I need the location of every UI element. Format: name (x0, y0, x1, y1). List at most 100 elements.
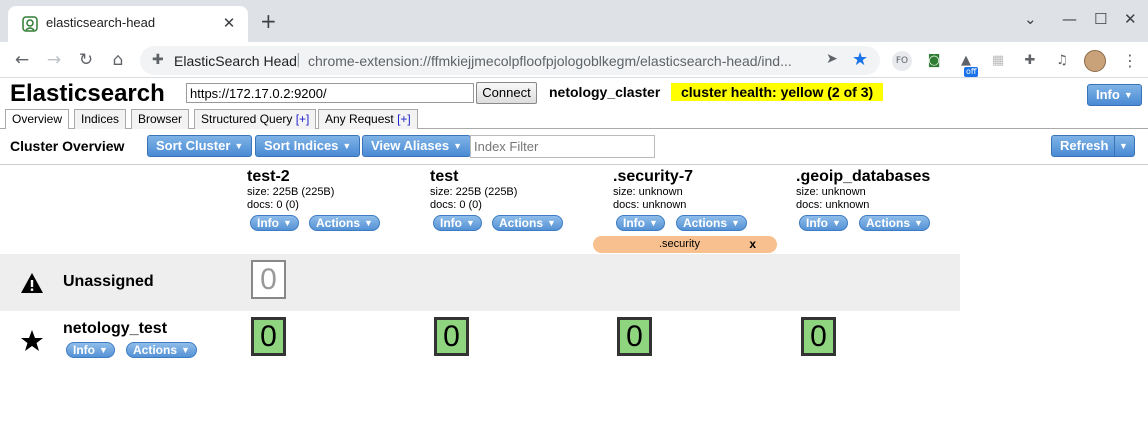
refresh-label: Refresh (1060, 138, 1109, 153)
send-page-icon[interactable]: ➤ (826, 51, 838, 67)
warning-icon (21, 273, 43, 293)
window-close-icon[interactable]: ✕ (1124, 10, 1137, 28)
home-icon[interactable]: ⌂ (107, 49, 129, 71)
extensions-puzzle-icon[interactable]: ✚ (1020, 51, 1040, 71)
alias-badge[interactable]: .security x (593, 236, 777, 253)
tab-structured-query[interactable]: Structured Query [+] (194, 109, 317, 129)
site-label: ElasticSearch Head (174, 53, 297, 69)
unassigned-label: Unassigned (63, 273, 154, 290)
index-actions-label: Actions (683, 216, 728, 230)
index-docs: docs: 0 (0) (430, 199, 482, 211)
brand-title: Elasticsearch (10, 80, 165, 107)
index-size: size: 225B (225B) (247, 186, 335, 198)
puzzle-extension-icon: ✚ (152, 52, 164, 68)
browser-tab-bar: elasticsearch-head ✕ + ⌄ — ☐ ✕ (0, 0, 1148, 42)
index-size: size: unknown (796, 186, 866, 198)
tab-overview[interactable]: Overview (5, 109, 70, 130)
caret-down-icon: ▼ (283, 218, 292, 228)
omnibox-separator: | (296, 52, 301, 68)
node-actions-button[interactable]: Actions ▼ (126, 342, 197, 358)
index-actions-button[interactable]: Actions ▼ (859, 215, 930, 231)
refresh-button[interactable]: Refresh (1051, 135, 1118, 157)
browser-menu-icon[interactable]: ⋮ (1120, 51, 1140, 71)
tab-any-request[interactable]: Any Request [+] (318, 109, 418, 129)
view-aliases-button[interactable]: View Aliases ▼ (362, 135, 471, 157)
new-tab-icon[interactable]: + (260, 11, 277, 31)
sort-indices-button[interactable]: Sort Indices ▼ (255, 135, 361, 157)
index-name: .security-7 (613, 168, 694, 185)
back-arrow-icon[interactable]: ← (11, 49, 33, 71)
caret-down-icon: ▼ (1123, 90, 1133, 100)
tab-indices[interactable]: Indices (74, 109, 127, 129)
caret-down-icon: ▼ (99, 345, 108, 355)
reload-icon[interactable]: ↻ (75, 49, 97, 71)
shard-test[interactable]: 0 (434, 317, 469, 356)
browser-tab[interactable]: elasticsearch-head ✕ (8, 6, 248, 42)
index-info-button[interactable]: Info ▼ (799, 215, 848, 231)
index-actions-button[interactable]: Actions ▼ (492, 215, 563, 231)
caret-down-icon: ▼ (547, 218, 556, 228)
caret-down-icon: ▼ (181, 345, 190, 355)
elasticsearch-head-extension-icon[interactable]: ◙ (924, 51, 944, 71)
tab-search-chevron-icon[interactable]: ⌄ (1024, 10, 1037, 28)
index-filter-input[interactable] (470, 135, 655, 158)
maximize-icon[interactable]: ☐ (1094, 10, 1107, 28)
index-info-label: Info (806, 216, 828, 230)
index-actions-label: Actions (499, 216, 544, 230)
remove-alias-icon[interactable]: x (749, 236, 756, 253)
tab-overview-label: Overview (12, 112, 63, 126)
tab-structured-query-label: Structured Query (201, 112, 293, 126)
caret-down-icon: ▼ (234, 141, 244, 151)
caret-down-icon: ▼ (731, 218, 740, 228)
index-name: test (430, 168, 459, 185)
index-info-button[interactable]: Info ▼ (433, 215, 482, 231)
elasticsearch-head-favicon-icon (22, 16, 38, 32)
shard-geoip-databases[interactable]: 0 (801, 317, 836, 356)
index-name: .geoip_databases (796, 168, 931, 185)
fo-extension-icon[interactable]: FO (892, 51, 912, 71)
unassigned-row: Unassigned 0 (0, 254, 960, 311)
address-bar[interactable]: ✚ ElasticSearch Head | chrome-extension:… (140, 46, 880, 75)
caret-down-icon: ▼ (832, 218, 841, 228)
index-column-test-2: test-2 size: 225B (225B) docs: 0 (0) (247, 168, 427, 212)
close-tab-icon[interactable]: ✕ (220, 14, 238, 32)
tab-any-request-plus: [+] (397, 112, 411, 126)
bookmark-star-icon[interactable]: ★ (852, 49, 868, 70)
elasticsearch-head-app: Elasticsearch Connect netology_claster c… (0, 78, 1148, 425)
index-column-test: test size: 225B (225B) docs: 0 (0) (430, 168, 610, 212)
shard-security-7[interactable]: 0 (617, 317, 652, 356)
cluster-overview-title: Cluster Overview (10, 138, 125, 154)
shard-test-2[interactable]: 0 (251, 317, 286, 356)
app-tabs: Overview Indices Browser Structured Quer… (0, 108, 1148, 130)
index-docs: docs: unknown (613, 199, 687, 211)
caret-down-icon: ▼ (364, 218, 373, 228)
index-size: size: unknown (613, 186, 683, 198)
cluster-overview-toolbar: Cluster Overview Sort Cluster ▼ Sort Indi… (0, 129, 1148, 165)
index-actions-button[interactable]: Actions ▼ (676, 215, 747, 231)
grid-extension-icon[interactable]: ▦ (988, 51, 1008, 71)
tab-any-request-label: Any Request (325, 112, 394, 126)
node-actions-label: Actions (133, 343, 178, 357)
address-url[interactable]: chrome-extension://ffmkiejjmecolpfloofpj… (308, 53, 792, 69)
refresh-options-button[interactable]: ▼ (1114, 135, 1135, 157)
index-column-security-7: .security-7 size: unknown docs: unknown (613, 168, 793, 212)
index-docs: docs: 0 (0) (247, 199, 299, 211)
media-controls-icon[interactable]: ♫ (1052, 51, 1072, 71)
forward-arrow-icon[interactable]: → (43, 49, 65, 71)
index-actions-button[interactable]: Actions ▼ (309, 215, 380, 231)
cluster-health-badge: cluster health: yellow (2 of 3) (671, 83, 884, 101)
extension-off-badge: off (964, 67, 979, 77)
index-info-button[interactable]: Info ▼ (616, 215, 665, 231)
minimize-icon[interactable]: — (1062, 10, 1077, 28)
connection-url-input[interactable] (186, 83, 474, 103)
profile-avatar[interactable] (1084, 50, 1106, 72)
sort-cluster-label: Sort Cluster (156, 138, 231, 153)
sort-cluster-button[interactable]: Sort Cluster ▼ (147, 135, 253, 157)
node-info-button[interactable]: Info ▼ (66, 342, 115, 358)
unassigned-shard[interactable]: 0 (251, 260, 286, 299)
index-info-button[interactable]: Info ▼ (250, 215, 299, 231)
tab-browser[interactable]: Browser (131, 109, 190, 129)
info-menu-button[interactable]: Info ▼ (1087, 84, 1142, 106)
index-actions-label: Actions (316, 216, 361, 230)
connect-button[interactable]: Connect (476, 82, 537, 104)
